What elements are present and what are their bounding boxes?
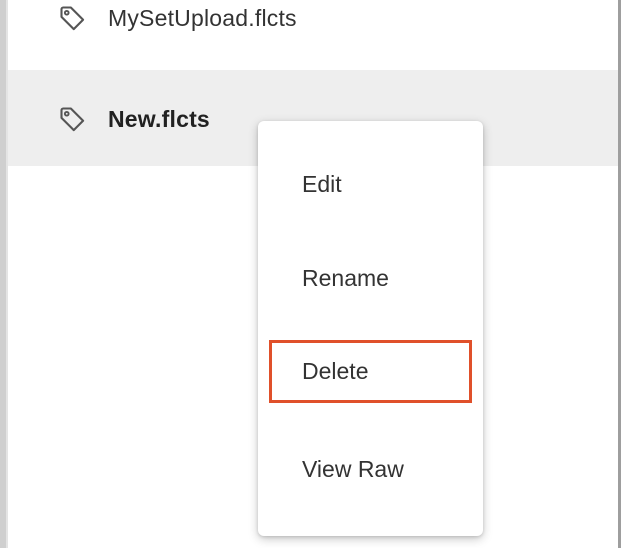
app-frame: MySetUpload.flcts New.flcts Edit Rename (0, 0, 621, 548)
context-menu: Edit Rename Delete View Raw (258, 121, 483, 536)
menu-item-rename[interactable]: Rename (258, 250, 483, 306)
list-item-content: New.flcts (58, 105, 210, 133)
list-item-label: New.flcts (108, 105, 210, 132)
list-item[interactable]: MySetUpload.flcts (8, 0, 618, 70)
tag-icon (58, 4, 86, 32)
tag-icon (58, 105, 86, 133)
list-item-label: MySetUpload.flcts (108, 4, 297, 31)
menu-item-label: Edit (302, 170, 342, 197)
menu-item-label: View Raw (302, 455, 404, 482)
menu-item-label: Delete (302, 357, 369, 384)
list-item-content: MySetUpload.flcts (58, 4, 297, 32)
menu-item-edit[interactable]: Edit (258, 156, 483, 212)
menu-item-delete[interactable]: Delete (258, 343, 483, 399)
menu-item-view-raw[interactable]: View Raw (258, 441, 483, 497)
menu-item-label: Rename (302, 264, 389, 291)
